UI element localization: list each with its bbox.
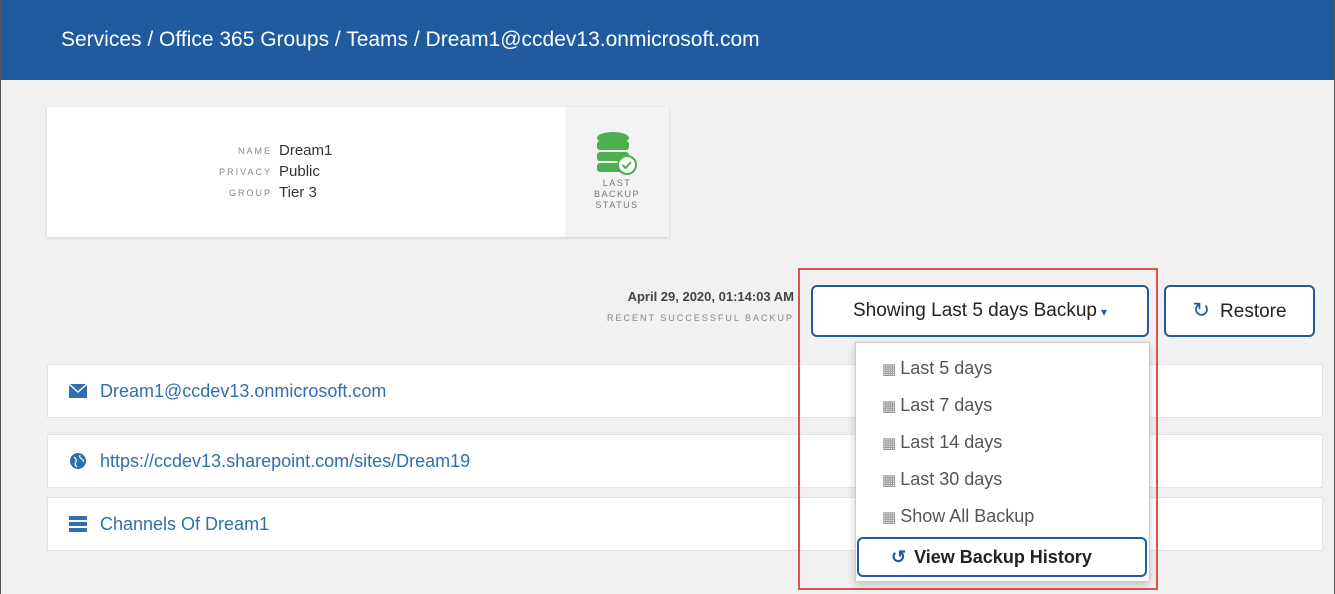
envelope-icon	[68, 383, 88, 398]
group-info-card: NAME Dream1 PRIVACY Public GROUP Tier 3 …	[47, 107, 669, 237]
info-row-privacy: PRIVACY Public	[47, 161, 387, 182]
name-value: Dream1	[279, 142, 333, 159]
email-link[interactable]: Dream1@ccdev13.onmicrosoft.com	[100, 381, 386, 401]
calendar-icon: ▦	[882, 361, 897, 378]
caret-down-icon: ▾	[1100, 305, 1108, 319]
group-value: Tier 3	[279, 184, 317, 201]
backup-range-dropdown-label: Showing Last 5 days Backup	[852, 300, 1097, 321]
menu-item-last-30-days[interactable]: ▦ Last 30 days	[882, 464, 1002, 494]
recent-backup-date: April 29, 2020, 01:14:03 AM	[627, 289, 794, 304]
menu-item-last-5-days[interactable]: ▦ Last 5 days	[882, 353, 992, 383]
backup-range-dropdown[interactable]: Showing Last 5 days Backup ▾	[811, 285, 1149, 337]
database-check-icon	[597, 132, 637, 175]
last-backup-status-label: LAST BACKUP STATUS	[593, 178, 640, 210]
info-row-group: GROUP Tier 3	[47, 182, 387, 203]
info-rows: NAME Dream1 PRIVACY Public GROUP Tier 3	[47, 140, 387, 203]
privacy-value: Public	[279, 163, 320, 180]
info-row-name: NAME Dream1	[47, 140, 387, 161]
breadcrumb-header: Services / Office 365 Groups / Teams / D…	[1, 0, 1334, 80]
view-backup-history-button[interactable]: ↺ View Backup History	[857, 537, 1147, 577]
calendar-icon: ▦	[882, 472, 897, 489]
refresh-icon: ↻	[1192, 299, 1211, 322]
last-backup-status: LAST BACKUP STATUS	[565, 107, 669, 237]
breadcrumb[interactable]: Services / Office 365 Groups / Teams / D…	[61, 28, 760, 51]
menu-item-show-all-backup[interactable]: ▦ Show All Backup	[882, 501, 1034, 531]
recent-backup-label: RECENT SUCCESSFUL BACKUP	[606, 313, 794, 323]
site-link[interactable]: https://ccdev13.sharepoint.com/sites/Dre…	[100, 451, 470, 471]
menu-item-last-7-days[interactable]: ▦ Last 7 days	[882, 390, 992, 420]
menu-item-last-14-days[interactable]: ▦ Last 14 days	[882, 427, 1002, 457]
calendar-icon: ▦	[882, 398, 897, 415]
backup-range-menu: ▦ Last 5 days ▦ Last 7 days ▦ Last 14 days …	[855, 342, 1150, 582]
privacy-label: PRIVACY	[219, 166, 272, 177]
calendar-icon: ▦	[882, 435, 897, 452]
globe-icon	[70, 453, 86, 469]
name-label: NAME	[237, 145, 272, 156]
history-icon: ↺	[891, 547, 907, 567]
group-label: GROUP	[228, 187, 272, 198]
list-icon	[69, 516, 87, 532]
restore-button[interactable]: ↻ Restore	[1164, 285, 1315, 337]
channels-link[interactable]: Channels Of Dream1	[100, 514, 269, 534]
restore-button-label: Restore	[1220, 301, 1287, 322]
calendar-icon: ▦	[882, 509, 897, 526]
